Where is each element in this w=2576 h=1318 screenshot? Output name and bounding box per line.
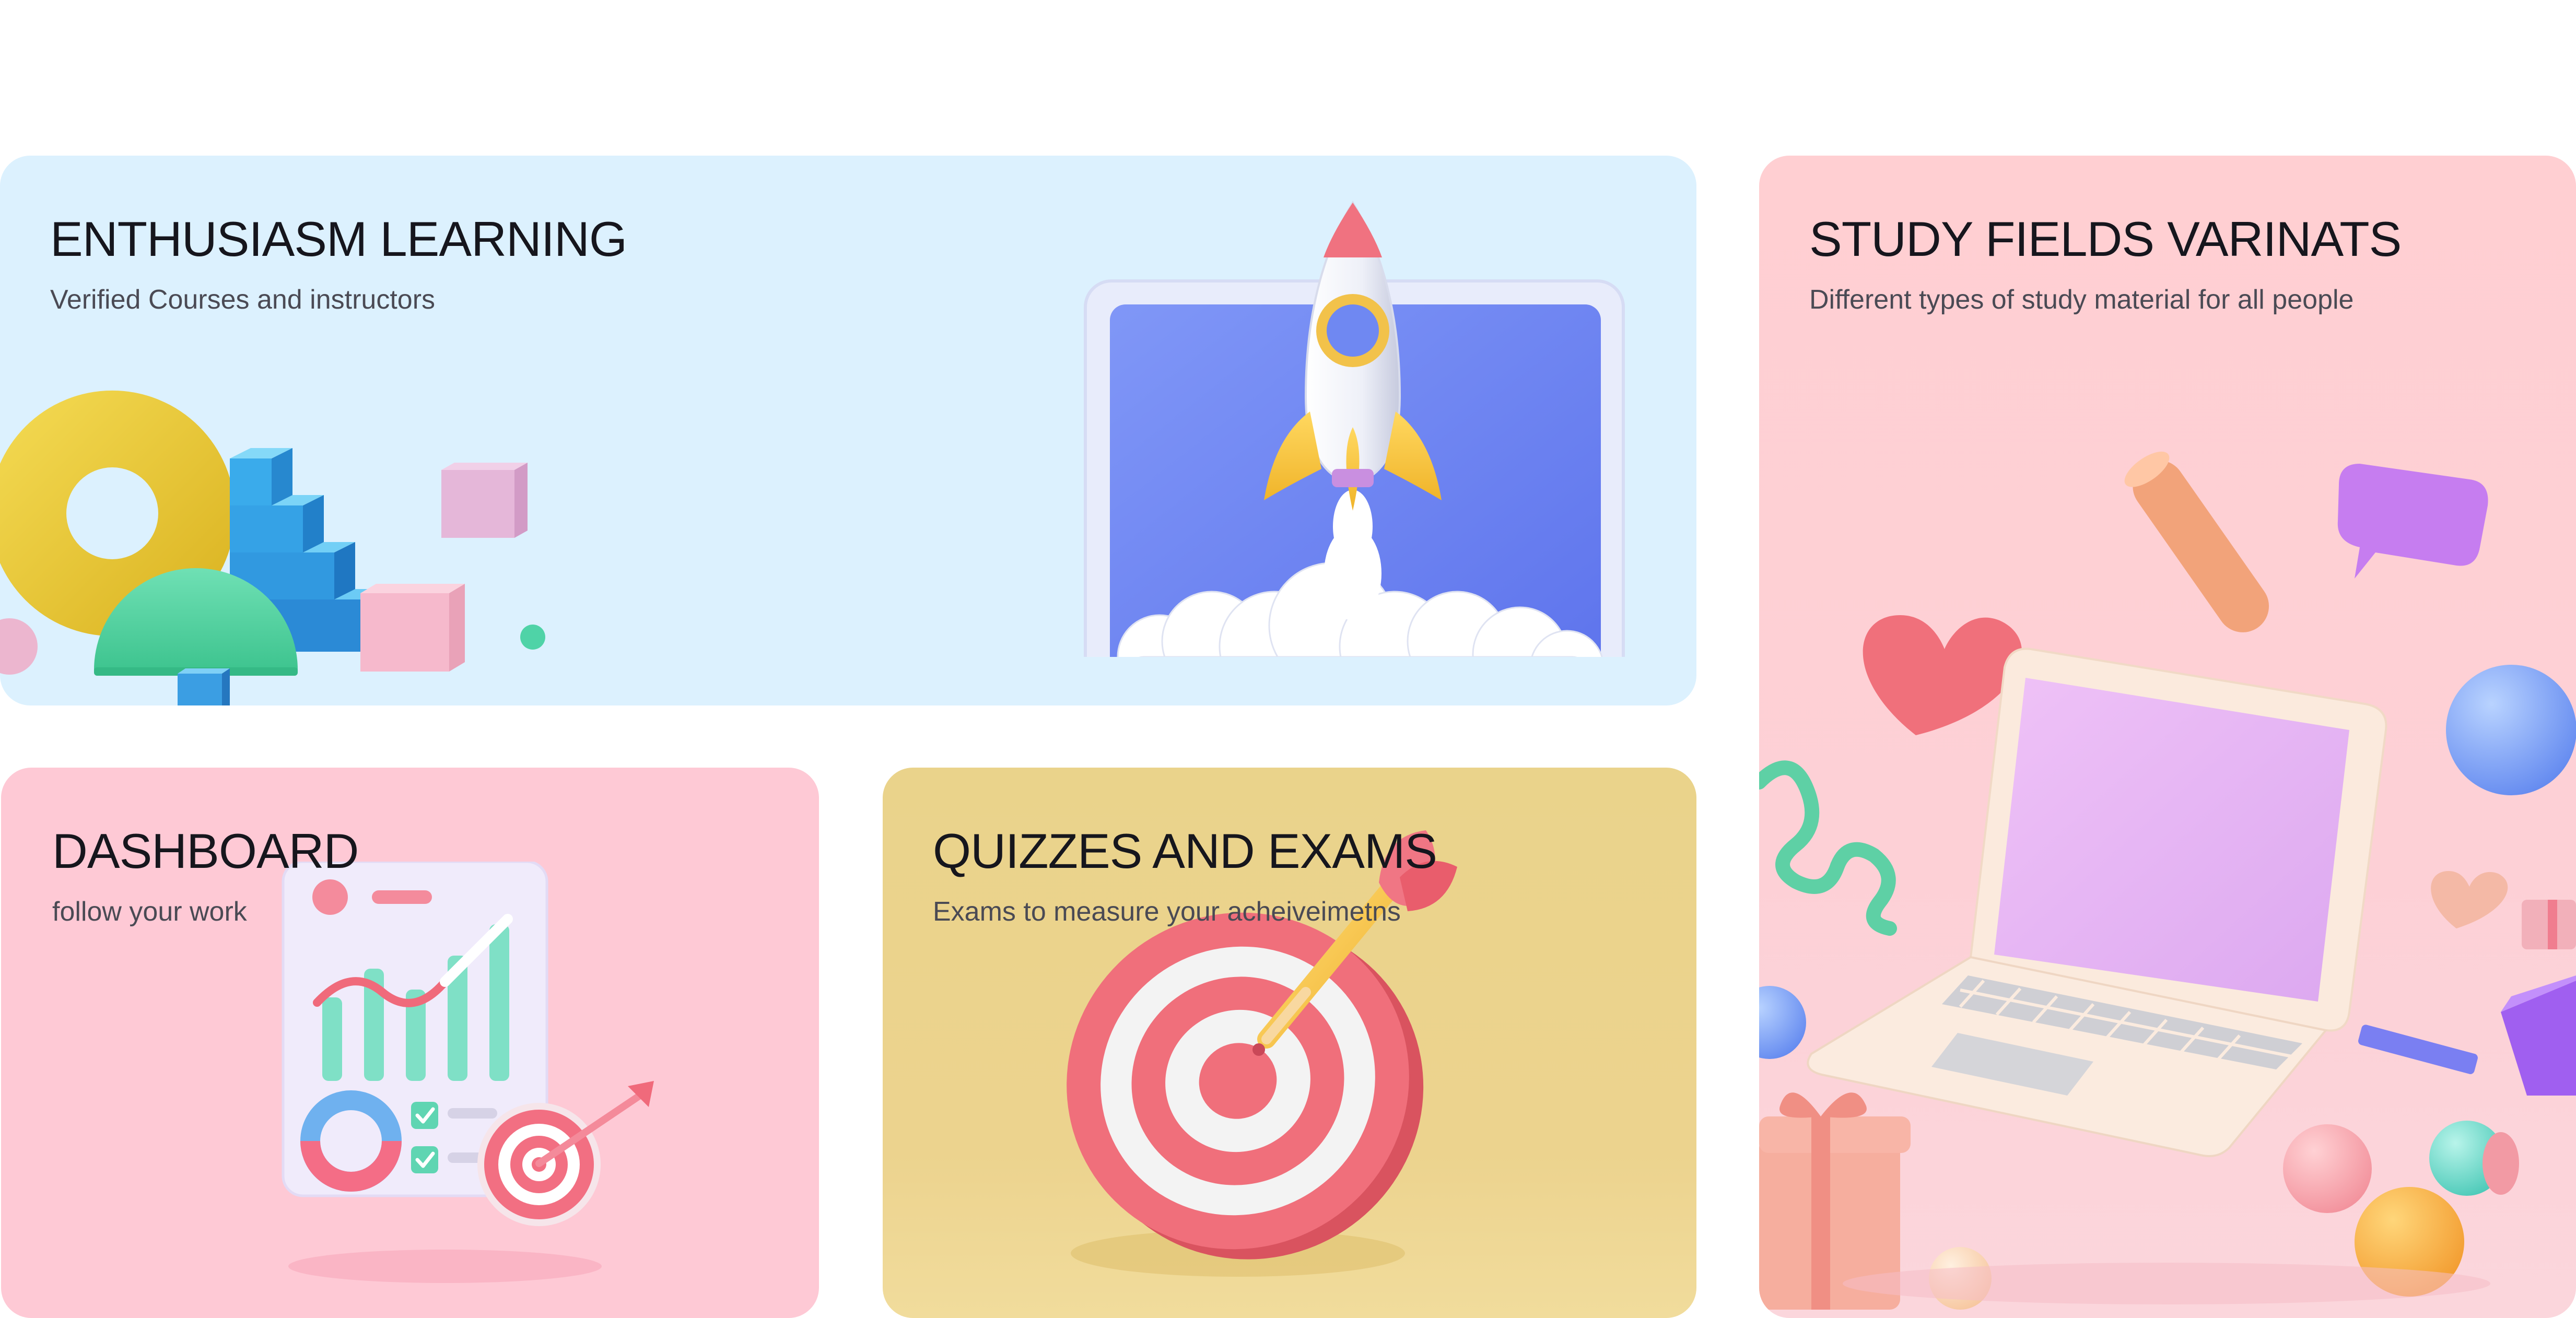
floating-laptop-icon <box>1759 451 2576 1310</box>
enthusiasm-card-title: ENTHUSIASM LEARNING <box>50 211 627 266</box>
study-card-subtitle: Different types of study material for al… <box>1809 285 2354 315</box>
quizzes-card-text: QUIZZES AND EXAMS Exams to measure your … <box>933 824 1437 928</box>
dashboard-card[interactable]: DASHBOARD follow your work <box>1 768 819 1318</box>
dashboard-card-title: DASHBOARD <box>52 823 359 878</box>
enthusiasm-learning-card[interactable]: ENTHUSIASM LEARNING Verified Courses and… <box>0 156 1696 705</box>
study-card-title: STUDY FIELDS VARINATS <box>1809 211 2402 266</box>
enthusiasm-card-text: ENTHUSIASM LEARNING Verified Courses and… <box>50 212 627 316</box>
shapes-icon <box>0 391 545 705</box>
target-icon <box>477 1081 654 1226</box>
study-card-text: STUDY FIELDS VARINATS Different types of… <box>1809 211 2402 316</box>
study-fields-card[interactable]: STUDY FIELDS VARINATS Different types of… <box>1759 156 2576 1318</box>
quizzes-card-subtitle: Exams to measure your acheiveimetns <box>933 897 1401 927</box>
enthusiasm-card-subtitle: Verified Courses and instructors <box>50 285 436 315</box>
feature-grid: ENTHUSIASM LEARNING Verified Courses and… <box>0 0 2576 1318</box>
dashboard-card-subtitle: follow your work <box>52 897 247 927</box>
quizzes-card-title: QUIZZES AND EXAMS <box>933 823 1437 878</box>
quizzes-exams-card[interactable]: QUIZZES AND EXAMS Exams to measure your … <box>883 768 1696 1318</box>
laptop-rocket-scene <box>1084 201 1625 657</box>
dashboard-card-text: DASHBOARD follow your work <box>52 823 359 928</box>
